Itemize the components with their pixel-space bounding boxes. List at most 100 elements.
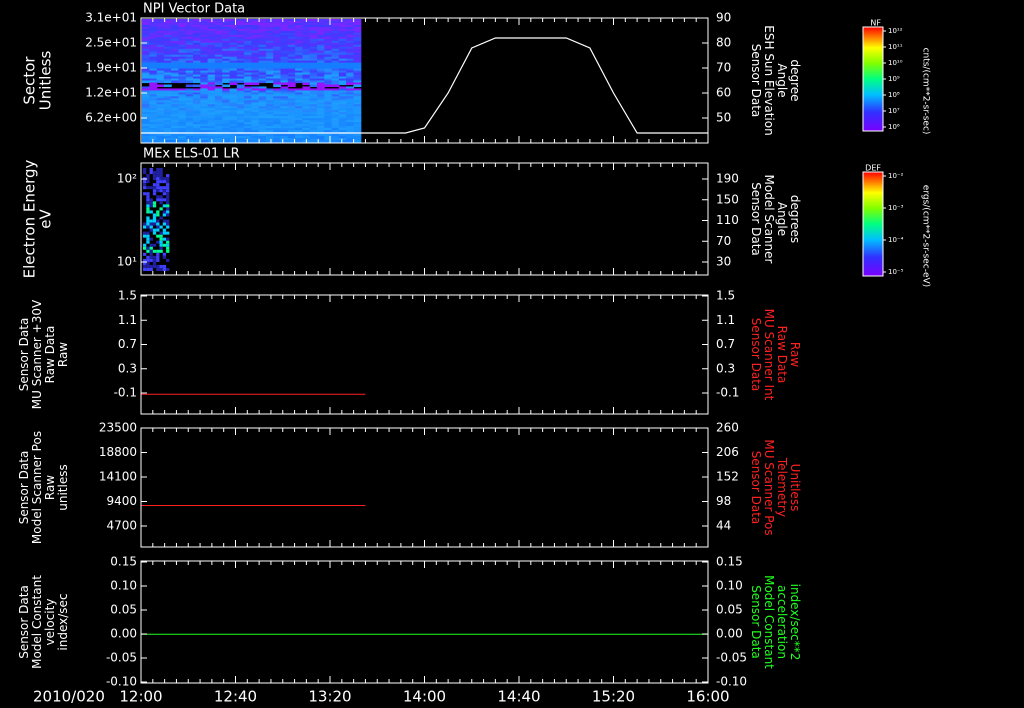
- heatmap-cell: [156, 258, 160, 262]
- heatmap-cell: [146, 249, 150, 253]
- heatmap-cell: [159, 201, 163, 205]
- heatmap-cell: [166, 177, 170, 181]
- right-tick-label: 1.1: [716, 313, 735, 327]
- heatmap-cell: [152, 249, 157, 253]
- heatmap-cell: [146, 222, 150, 226]
- colorbar-tick-label: 10⁻⁴: [888, 236, 904, 244]
- heatmap-cell: [159, 249, 163, 253]
- right-tick-label: 70: [716, 234, 731, 248]
- heatmap-cell: [156, 228, 160, 232]
- heatmap-cell: [162, 180, 167, 184]
- heatmap-cell: [166, 222, 170, 226]
- left-tick-label: 1.1: [118, 313, 137, 327]
- heatmap-cell: [251, 140, 260, 143]
- heatmap-cell: [166, 213, 170, 217]
- left-axis-label: Raw Data: [43, 326, 57, 384]
- heatmap-cell: [159, 216, 163, 220]
- time-tick-label: 12:40: [214, 688, 257, 706]
- heatmap-cell: [156, 171, 160, 175]
- right-axis-label: degree: [788, 59, 802, 101]
- heatmap-cell: [146, 201, 150, 205]
- heatmap-cell: [152, 183, 157, 187]
- heatmap-cell: [166, 186, 170, 190]
- right-tick-label: 110: [716, 213, 739, 227]
- heatmap-cell: [159, 231, 163, 235]
- heatmap-cell: [143, 171, 147, 175]
- heatmap-cell: [338, 82, 347, 86]
- left-axis-label: Model Constant: [30, 575, 44, 669]
- heatmap-cell: [338, 140, 347, 143]
- heatmap-cell: [152, 174, 157, 178]
- heatmap-cell: [162, 186, 167, 190]
- heatmap-cell: [162, 252, 167, 256]
- heatmap-cell: [162, 177, 167, 181]
- right-tick-label: -0.1: [716, 386, 739, 400]
- colorbar: [862, 26, 884, 132]
- heatmap-cell: [166, 198, 170, 202]
- heatmap-cell: [143, 168, 147, 172]
- heatmap-cell: [149, 222, 153, 226]
- right-tick-label: 70: [716, 61, 731, 75]
- heatmap-cell: [214, 140, 223, 143]
- heatmap-cell: [171, 140, 180, 143]
- heatmap-cell: [143, 222, 147, 226]
- right-tick-label: 60: [716, 86, 731, 100]
- heatmap-cell: [152, 213, 157, 217]
- heatmap-cell: [152, 261, 157, 265]
- heatmap-cell: [331, 140, 340, 143]
- heatmap-cell: [273, 140, 282, 143]
- left-axis-label: Unitless: [37, 51, 55, 111]
- heatmap-cell: [156, 84, 165, 88]
- heatmap-cell: [149, 237, 153, 241]
- heatmap-cell: [166, 180, 170, 184]
- heatmap-cell: [152, 222, 157, 226]
- time-tick-label: 12:00: [119, 688, 162, 706]
- heatmap-cell: [295, 140, 303, 143]
- heatmap-cell: [353, 84, 362, 88]
- heatmap-cell: [152, 192, 157, 196]
- left-tick-label: -0.05: [106, 651, 137, 665]
- right-tick-label: 0.15: [716, 555, 743, 569]
- heatmap-cell: [353, 140, 362, 143]
- colorbar-tick-label: 10⁸: [888, 91, 900, 99]
- colorbar-tick-label: 10¹²: [888, 27, 903, 35]
- right-tick-label: 206: [716, 445, 739, 459]
- colorbar-tick-label: 10⁻⁵: [888, 268, 904, 276]
- heatmap-cell: [156, 222, 160, 226]
- right-tick-label: 152: [716, 470, 739, 484]
- heatmap-cell: [265, 80, 274, 84]
- right-axis-label: Sensor Data: [749, 182, 763, 256]
- heatmap-cell: [152, 171, 157, 175]
- heatmap-cell: [156, 267, 160, 271]
- heatmap-cell: [251, 82, 260, 86]
- heatmap-cell: [162, 204, 167, 208]
- heatmap-cell: [244, 140, 252, 143]
- heatmap-cell: [229, 82, 238, 86]
- heatmap-cell: [156, 80, 165, 84]
- heatmap-cell: [143, 225, 147, 229]
- heatmap-cell: [166, 204, 170, 208]
- heatmap-cell: [166, 246, 170, 250]
- heatmap-cell: [159, 267, 163, 271]
- heatmap-cell: [159, 177, 163, 181]
- right-tick-label: 1.5: [716, 289, 735, 303]
- heatmap-cell: [149, 243, 153, 247]
- heatmap-cell: [156, 186, 160, 190]
- heatmap-cell: [156, 249, 160, 253]
- heatmap-cell: [162, 210, 167, 214]
- heatmap-cell: [162, 219, 167, 223]
- left-tick-label: 0.00: [110, 627, 137, 641]
- panel-frame-mu_int: [140, 294, 709, 415]
- left-axis-label: eV: [37, 209, 55, 229]
- left-tick-label: 14100: [99, 470, 137, 484]
- heatmap-cell: [152, 255, 157, 259]
- heatmap-cell: [149, 171, 153, 175]
- heatmap-cell: [156, 189, 160, 193]
- heatmap-cell: [166, 258, 170, 262]
- heatmap-cell: [146, 210, 150, 214]
- left-axis-label: unitless: [56, 464, 70, 510]
- heatmap-cell: [162, 222, 167, 226]
- colorbar-tick-label: 10⁹: [888, 75, 900, 83]
- left-tick-label: 0.7: [118, 337, 137, 351]
- heatmap-cell: [171, 80, 180, 84]
